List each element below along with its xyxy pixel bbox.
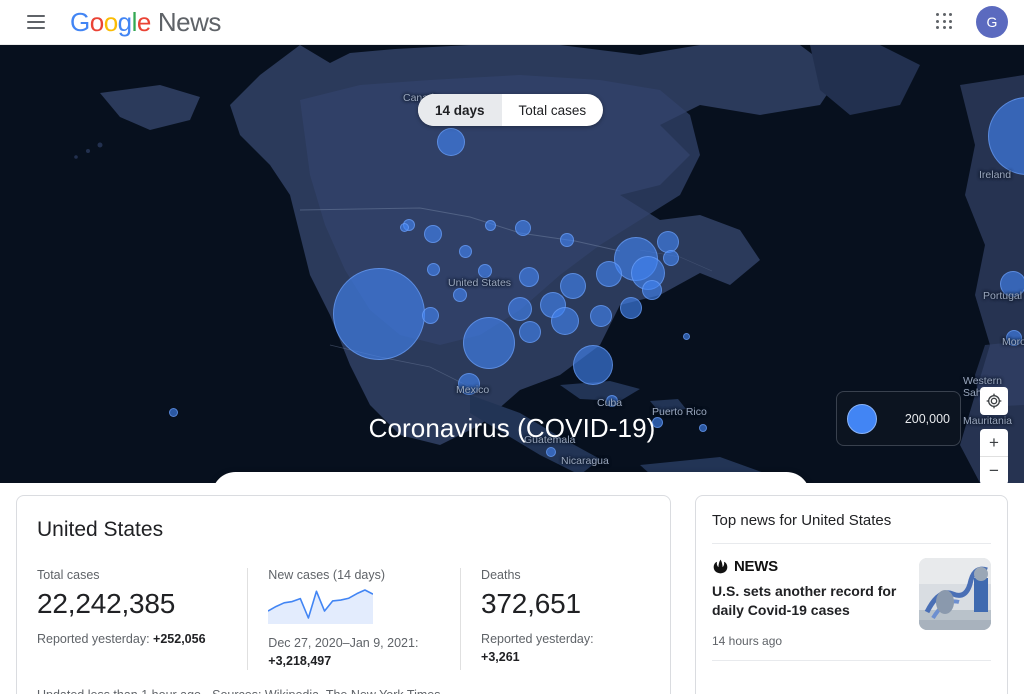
app-header: Google News G (0, 0, 1024, 45)
logo-letter: g (117, 6, 132, 37)
case-bubble (1006, 330, 1022, 346)
case-bubble (478, 264, 492, 278)
news-thumbnail[interactable] (919, 558, 991, 630)
news-source-name: NEWS (734, 558, 778, 575)
case-bubble (620, 297, 642, 319)
avatar[interactable]: G (976, 6, 1008, 38)
legend-circle-icon (847, 403, 877, 434)
covid-map[interactable]: Canada United States Mexico Cuba Puerto … (0, 45, 1024, 483)
news-headline[interactable]: U.S. sets another record for daily Covid… (712, 582, 909, 620)
case-bubble (519, 321, 541, 343)
case-bubble (606, 395, 618, 407)
locate-icon[interactable] (980, 387, 1008, 415)
header-actions: G (928, 5, 1008, 39)
news-item-text: NEWS U.S. sets another record for daily … (712, 558, 919, 648)
case-bubble (424, 225, 442, 243)
hamburger-menu-icon[interactable] (16, 2, 56, 42)
stat-sub: Dec 27, 2020–Jan 9, 2021: +3,218,497 (268, 634, 442, 670)
zoom-in-button[interactable]: + (980, 429, 1008, 457)
new-cases-range: Dec 27, 2020–Jan 9, 2021: (268, 636, 419, 650)
case-bubble (453, 288, 467, 302)
new-cases-sparkline (268, 589, 374, 624)
case-bubble (551, 307, 579, 335)
case-bubble (683, 333, 690, 340)
case-bubble (546, 447, 556, 457)
map-mode-toggle[interactable]: 14 days Total cases (418, 94, 604, 126)
toggle-option-14-days[interactable]: 14 days (418, 94, 502, 126)
case-bubble (458, 373, 480, 395)
stats-country-title: United States (37, 518, 164, 541)
footnote-prefix: Updated less than 1 hour ago · Sources: (37, 688, 265, 694)
case-bubble (1000, 271, 1024, 297)
stat-sub: Reported yesterday: +3,261 (481, 630, 632, 666)
footnote-separator: , (319, 688, 326, 694)
case-bubble (590, 305, 612, 327)
map-legend: 200,000 (836, 391, 961, 446)
news-timestamp: 14 hours ago (712, 633, 783, 648)
stat-sub-value: +252,056 (153, 632, 206, 646)
stat-sub-value: +3,261 (481, 650, 520, 665)
stat-sub: Reported yesterday: +252,056 (37, 630, 229, 648)
case-bubble (519, 267, 539, 287)
case-bubble (663, 250, 679, 266)
hospital-photo (919, 558, 991, 630)
logo-letter: o (89, 6, 104, 37)
case-bubble (515, 220, 531, 236)
apps-grid-icon[interactable] (928, 5, 962, 39)
case-bubble (642, 280, 662, 300)
case-bubble (437, 128, 465, 156)
logo-letter: e (136, 6, 151, 37)
source-link-wikipedia[interactable]: Wikipedia (265, 688, 319, 694)
case-bubble (560, 233, 574, 247)
case-bubble (459, 245, 472, 258)
sources-footnote: Updated less than 1 hour ago · Sources: … (37, 688, 650, 694)
country-stats-card: United States Total cases 22,242,385 Rep… (16, 495, 671, 694)
google-news-logo[interactable]: Google News (70, 7, 221, 38)
stat-deaths: Deaths 372,651 Reported yesterday: +3,26… (461, 568, 650, 670)
case-bubble (427, 263, 440, 276)
nbc-peacock-icon (713, 559, 728, 574)
stat-label: Total cases (37, 568, 100, 582)
top-news-card: Top news for United States NEWS U.S. set… (695, 495, 1008, 694)
top-news-header: Top news for United States (712, 512, 991, 544)
stats-row: Total cases 22,242,385 Reported yesterda… (37, 568, 650, 671)
news-item[interactable]: NEWS U.S. sets another record for daily … (712, 544, 991, 661)
case-bubble (463, 317, 515, 369)
stat-new-cases: New cases (14 days) Dec 27, 2020–Jan 9, … (247, 568, 462, 671)
map-controls: + − (980, 387, 1008, 483)
case-bubble (400, 223, 409, 232)
case-bubble (422, 307, 439, 324)
legend-value: 200,000 (904, 411, 950, 426)
content-area: United States Total cases 22,242,385 Rep… (0, 483, 1024, 694)
case-bubble (573, 345, 613, 385)
stat-value: 372,651 (481, 588, 581, 619)
stat-value: 22,242,385 (37, 588, 176, 619)
case-bubble (333, 268, 425, 360)
stat-sub-prefix: Reported yesterday: (37, 632, 154, 646)
case-bubble (485, 220, 496, 231)
stat-total-cases: Total cases 22,242,385 Reported yesterda… (37, 568, 247, 670)
stat-label: New cases (14 days) (268, 568, 386, 582)
toggle-option-total-cases[interactable]: Total cases (502, 94, 604, 126)
case-bubble (560, 273, 586, 299)
case-bubble (596, 261, 622, 287)
zoom-out-button[interactable]: − (980, 457, 1008, 483)
logo-news-word: News (157, 6, 222, 37)
stat-sub-prefix: Reported yesterday: (481, 632, 594, 646)
logo-letter: o (103, 6, 118, 37)
stat-label: Deaths (481, 568, 521, 582)
news-source: NEWS (712, 558, 909, 575)
logo-letter: G (70, 6, 90, 37)
case-bubble (508, 297, 532, 321)
new-cases-total: +3,218,497 (268, 654, 332, 669)
location-search-bar[interactable]: United States (212, 472, 810, 483)
source-link-nyt[interactable]: The New York Times (326, 688, 441, 694)
